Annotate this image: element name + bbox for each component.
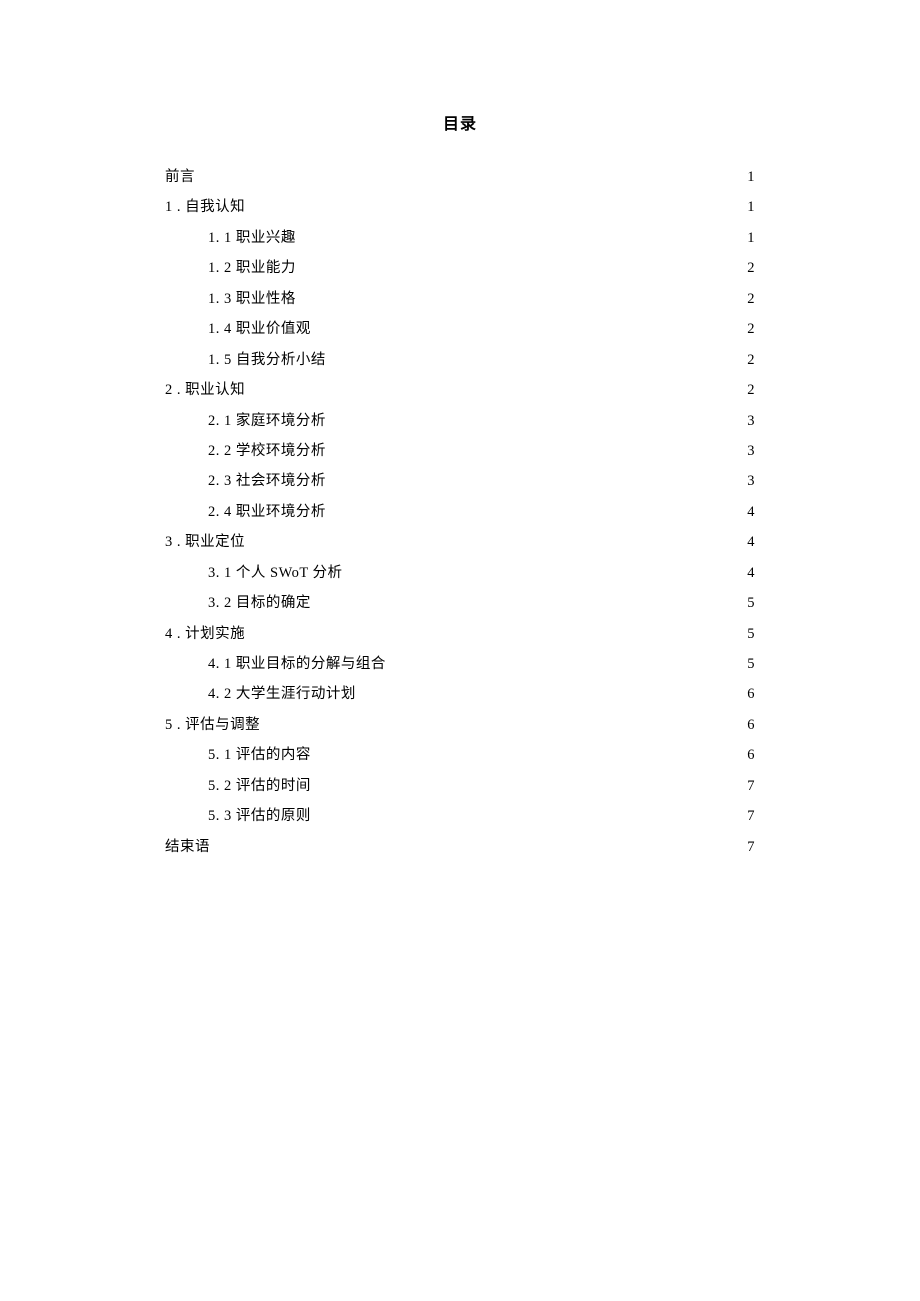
- toc-entry: 5. 3 评估的原则 7: [165, 801, 755, 831]
- toc-entry-page: 1: [747, 223, 755, 253]
- toc-entry: 5 . 评估与调整 6: [165, 710, 755, 740]
- toc-entry-page: 4: [747, 497, 755, 527]
- toc-entry: 2. 4 职业环境分析 4: [165, 497, 755, 527]
- toc-entry-label: 结束语: [165, 832, 210, 862]
- toc-entry-page: 4: [747, 527, 755, 557]
- toc-entry-page: 2: [747, 284, 755, 314]
- toc-entry: 4. 2 大学生涯行动计划 6: [165, 679, 755, 709]
- toc-entry-page: 1: [747, 162, 755, 192]
- toc-entry-label: 5. 3 评估的原则: [208, 801, 311, 831]
- toc-entry: 2. 1 家庭环境分析 3: [165, 406, 755, 436]
- toc-entry-page: 3: [747, 466, 755, 496]
- toc-entry-label: 1. 4 职业价值观: [208, 314, 311, 344]
- toc-entry: 结束语 7: [165, 832, 755, 862]
- toc-entry-page: 5: [747, 649, 755, 679]
- toc-title: 目录: [165, 110, 755, 134]
- toc-entry-page: 6: [747, 679, 755, 709]
- toc-entry: 1. 2 职业能力 2: [165, 253, 755, 283]
- toc-entry-label: 前言: [165, 162, 195, 192]
- toc-entry: 3. 1 个人 SWoT 分析 4: [165, 558, 755, 588]
- toc-entry: 2 . 职业认知 2: [165, 375, 755, 405]
- toc-entry-page: 7: [747, 801, 755, 831]
- toc-entry-label: 1 . 自我认知: [165, 192, 245, 222]
- toc-entry-label: 4. 2 大学生涯行动计划: [208, 679, 356, 709]
- toc-entry-label: 1. 1 职业兴趣: [208, 223, 296, 253]
- toc-entry: 2. 2 学校环境分析 3: [165, 436, 755, 466]
- toc-entry-page: 5: [747, 619, 755, 649]
- toc-entry-label: 2. 2 学校环境分析: [208, 436, 326, 466]
- toc-entry-label: 2. 4 职业环境分析: [208, 497, 326, 527]
- toc-entry: 5. 2 评估的时间 7: [165, 771, 755, 801]
- toc-entry-label: 3. 2 目标的确定: [208, 588, 311, 618]
- toc-entry-label: 5. 2 评估的时间: [208, 771, 311, 801]
- toc-entry-page: 2: [747, 375, 755, 405]
- toc-entry: 1. 4 职业价值观 2: [165, 314, 755, 344]
- toc-entry-label: 2. 3 社会环境分析: [208, 466, 326, 496]
- toc-entry-page: 7: [747, 771, 755, 801]
- toc-entry-label: 4. 1 职业目标的分解与组合: [208, 649, 386, 679]
- toc-entry-page: 6: [747, 710, 755, 740]
- toc-entry-page: 2: [747, 314, 755, 344]
- toc-entry-label: 2 . 职业认知: [165, 375, 245, 405]
- toc-entry-page: 2: [747, 345, 755, 375]
- toc-entry: 2. 3 社会环境分析 3: [165, 466, 755, 496]
- toc-entry: 前言 1: [165, 162, 755, 192]
- toc-entry-label: 3. 1 个人 SWoT 分析: [208, 558, 343, 588]
- toc-entry-page: 4: [747, 558, 755, 588]
- toc-entry-page: 2: [747, 253, 755, 283]
- toc-entry: 1 . 自我认知 1: [165, 192, 755, 222]
- toc-entry-page: 3: [747, 406, 755, 436]
- toc-entry-page: 3: [747, 436, 755, 466]
- toc-entry: 4. 1 职业目标的分解与组合 5: [165, 649, 755, 679]
- toc-entry-page: 1: [747, 192, 755, 222]
- toc-entry-label: 3 . 职业定位: [165, 527, 245, 557]
- toc-entry-label: 2. 1 家庭环境分析: [208, 406, 326, 436]
- document-page: 目录 前言11 . 自我认知11. 1 职业兴趣11. 2 职业能力21. 3 …: [0, 0, 920, 862]
- toc-list: 前言11 . 自我认知11. 1 职业兴趣11. 2 职业能力21. 3 职业性…: [165, 162, 755, 862]
- toc-entry: 1. 5 自我分析小结 2: [165, 345, 755, 375]
- toc-entry: 3. 2 目标的确定 5: [165, 588, 755, 618]
- toc-entry-label: 5. 1 评估的内容: [208, 740, 311, 770]
- toc-entry-label: 1. 2 职业能力: [208, 253, 296, 283]
- toc-entry-page: 5: [747, 588, 755, 618]
- toc-entry: 3 . 职业定位 4: [165, 527, 755, 557]
- toc-entry-page: 6: [747, 740, 755, 770]
- toc-entry: 1. 1 职业兴趣 1: [165, 223, 755, 253]
- toc-entry-label: 1. 3 职业性格: [208, 284, 296, 314]
- toc-entry-label: 1. 5 自我分析小结: [208, 345, 326, 375]
- toc-entry-page: 7: [747, 832, 755, 862]
- toc-entry: 5. 1 评估的内容 6: [165, 740, 755, 770]
- toc-entry-label: 4 . 计划实施: [165, 619, 245, 649]
- toc-entry: 4 . 计划实施 5: [165, 619, 755, 649]
- toc-entry-label: 5 . 评估与调整: [165, 710, 260, 740]
- toc-entry: 1. 3 职业性格 2: [165, 284, 755, 314]
